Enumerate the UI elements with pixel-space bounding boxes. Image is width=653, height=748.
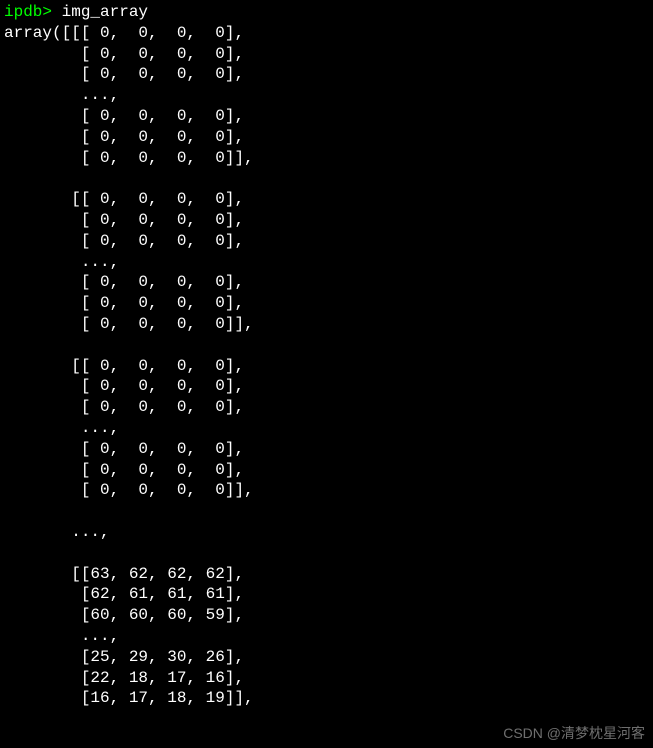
ipdb-prompt: ipdb> bbox=[4, 3, 62, 21]
csdn-watermark: CSDN @清梦枕星河客 bbox=[503, 724, 645, 742]
array-output: array([[[ 0, 0, 0, 0], [ 0, 0, 0, 0], [ … bbox=[4, 24, 254, 708]
terminal-output[interactable]: ipdb> img_array array([[[ 0, 0, 0, 0], [… bbox=[0, 2, 653, 709]
command-text: img_array bbox=[62, 3, 148, 21]
